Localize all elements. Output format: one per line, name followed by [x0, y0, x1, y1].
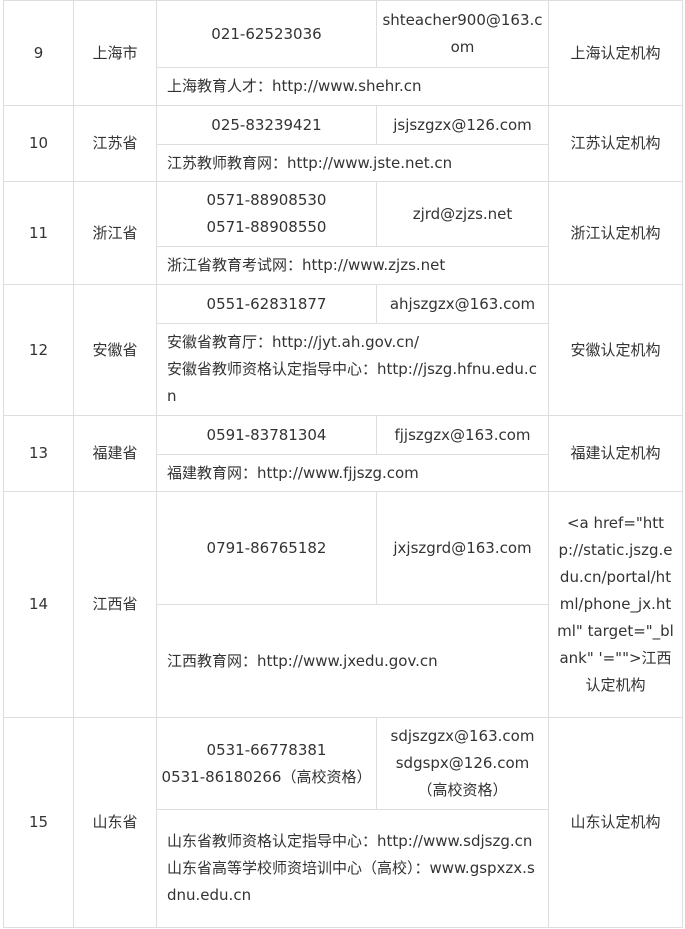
row-number: 10 — [3, 105, 74, 182]
phone-cell: 0591-83781304 — [156, 415, 377, 455]
phone-number: 0531-86180266（高校资格） — [161, 767, 372, 786]
certification-org[interactable]: <a href="http://static.jszg.edu.cn/porta… — [548, 491, 683, 718]
table-row: 12 安徽省 0551-62831877 ahjszgzx@163.com 安徽… — [3, 284, 683, 416]
province-name: 浙江省 — [73, 181, 157, 285]
website-link[interactable]: 山东省高等学校师资培训中心（高校）：www.gspxzx.sdnu.edu.cn — [167, 855, 540, 909]
website-link[interactable]: 山东省教师资格认定指导中心：http://www.sdjszg.cn — [167, 828, 540, 855]
email-cell: ahjszgzx@163.com — [376, 284, 549, 324]
phone-cell: 021-62523036 — [156, 0, 377, 68]
phone-number: 021-62523036 — [211, 24, 322, 43]
contact-table: 9 上海市 021-62523036 shteacher900@163.com … — [3, 0, 683, 928]
website-link[interactable]: 上海教育人才：http://www.shehr.cn — [167, 73, 540, 100]
phone-cell: 0791-86765182 — [156, 491, 377, 605]
phone-number: 0791-86765182 — [206, 538, 327, 557]
row-number: 15 — [3, 717, 74, 928]
certification-org[interactable]: 福建认定机构 — [548, 415, 683, 492]
province-name: 上海市 — [73, 0, 157, 106]
email-address[interactable]: fjjszgzx@163.com — [381, 422, 544, 449]
email-address[interactable]: jsjszgzx@126.com — [381, 112, 544, 139]
row-number: 9 — [3, 0, 74, 106]
email-cell: zjrd@zjzs.net — [376, 181, 549, 247]
province-name: 山东省 — [73, 717, 157, 928]
email-address[interactable]: jxjszgrd@163.com — [381, 535, 544, 562]
row-number: 14 — [3, 491, 74, 718]
phone-number: 025-83239421 — [211, 115, 322, 134]
table-row: 10 江苏省 025-83239421 jsjszgzx@126.com 江苏认… — [3, 105, 683, 182]
phone-number: 0551-62831877 — [206, 294, 327, 313]
website-link[interactable]: 安徽省教师资格认定指导中心：http://jszg.hfnu.edu.cn — [167, 356, 540, 410]
phone-cell: 0531-66778381 0531-86180266（高校资格） — [156, 717, 377, 810]
certification-org[interactable]: 浙江认定机构 — [548, 181, 683, 285]
website-cell: 江西教育网：http://www.jxedu.gov.cn — [156, 604, 549, 718]
email-cell: fjjszgzx@163.com — [376, 415, 549, 455]
province-name: 江西省 — [73, 491, 157, 718]
website-cell: 江苏教师教育网：http://www.jste.net.cn — [156, 144, 549, 182]
phone-number: 0571-88908550 — [206, 218, 327, 236]
phone-cell: 025-83239421 — [156, 105, 377, 145]
phone-cell: 0551-62831877 — [156, 284, 377, 324]
row-number: 11 — [3, 181, 74, 285]
website-cell: 上海教育人才：http://www.shehr.cn — [156, 67, 549, 106]
email-address[interactable]: ahjszgzx@163.com — [381, 291, 544, 318]
email-cell: jsjszgzx@126.com — [376, 105, 549, 145]
table-row: 14 江西省 0791-86765182 jxjszgrd@163.com <a… — [3, 491, 683, 718]
province-name: 福建省 — [73, 415, 157, 492]
email-address[interactable]: sdjszgzx@163.com — [381, 723, 544, 750]
phone-number: 0531-66778381 — [206, 740, 327, 759]
website-cell: 福建教育网：http://www.fjjszg.com — [156, 454, 549, 492]
phone-cell: 0571-88908530 0571-88908550 — [156, 181, 377, 247]
phone-number: 0591-83781304 — [206, 425, 327, 444]
row-number: 13 — [3, 415, 74, 492]
phone-number: 0571-88908530 — [206, 191, 327, 209]
website-link[interactable]: 福建教育网：http://www.fjjszg.com — [167, 460, 540, 487]
email-address[interactable]: shteacher900@163.com — [381, 7, 544, 61]
certification-org[interactable]: 安徽认定机构 — [548, 284, 683, 416]
website-cell: 安徽省教育厅：http://jyt.ah.gov.cn/ 安徽省教师资格认定指导… — [156, 323, 549, 416]
table-row: 13 福建省 0591-83781304 fjjszgzx@163.com 福建… — [3, 415, 683, 492]
province-name: 安徽省 — [73, 284, 157, 416]
table-row: 11 浙江省 0571-88908530 0571-88908550 zjrd@… — [3, 181, 683, 285]
email-address[interactable]: zjrd@zjzs.net — [381, 201, 544, 228]
certification-org[interactable]: 上海认定机构 — [548, 0, 683, 106]
website-cell: 山东省教师资格认定指导中心：http://www.sdjszg.cn 山东省高等… — [156, 809, 549, 928]
table-row: 15 山东省 0531-66778381 0531-86180266（高校资格）… — [3, 717, 683, 928]
row-number: 12 — [3, 284, 74, 416]
website-link[interactable]: 江苏教师教育网：http://www.jste.net.cn — [167, 150, 540, 177]
province-name: 江苏省 — [73, 105, 157, 182]
website-cell: 浙江省教育考试网：http://www.zjzs.net — [156, 246, 549, 285]
email-address[interactable]: sdgspx@126.com — [381, 750, 544, 777]
email-cell: shteacher900@163.com — [376, 0, 549, 68]
email-cell: sdjszgzx@163.com sdgspx@126.com （高校资格） — [376, 717, 549, 810]
website-link[interactable]: 安徽省教育厅：http://jyt.ah.gov.cn/ — [167, 329, 540, 356]
email-cell: jxjszgrd@163.com — [376, 491, 549, 605]
certification-org[interactable]: 江苏认定机构 — [548, 105, 683, 182]
email-note: （高校资格） — [417, 781, 508, 799]
website-link[interactable]: 浙江省教育考试网：http://www.zjzs.net — [167, 252, 540, 279]
table-row: 9 上海市 021-62523036 shteacher900@163.com … — [3, 0, 683, 106]
certification-org[interactable]: 山东认定机构 — [548, 717, 683, 928]
website-link[interactable]: 江西教育网：http://www.jxedu.gov.cn — [167, 648, 540, 675]
